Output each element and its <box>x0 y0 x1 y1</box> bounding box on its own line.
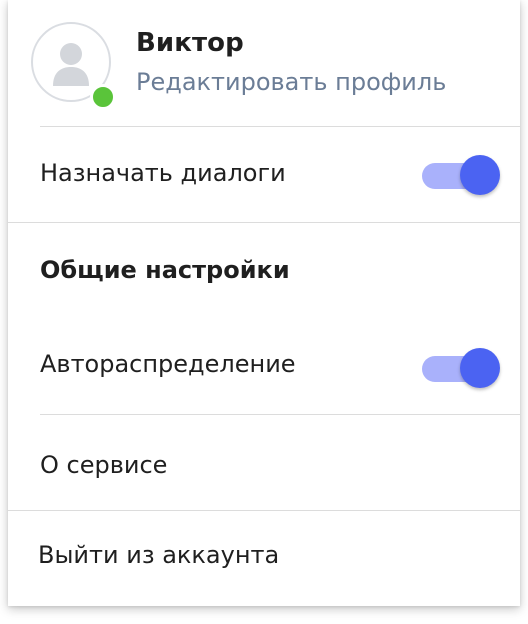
divider <box>8 222 520 223</box>
about-service-label: О сервисе <box>40 451 168 479</box>
edit-profile-link[interactable]: Редактировать профиль <box>136 68 446 96</box>
general-settings-heading: Общие настройки <box>40 256 290 284</box>
user-name: Виктор <box>136 28 244 58</box>
logout-label: Выйти из аккаунта <box>38 541 280 569</box>
toggle-knob <box>460 155 500 195</box>
about-service-item[interactable]: О сервисе <box>8 415 520 510</box>
profile-header: Виктор Редактировать профиль <box>8 0 520 126</box>
assign-dialogs-label: Назначать диалоги <box>40 159 286 187</box>
auto-distribution-toggle[interactable] <box>422 346 500 390</box>
assign-dialogs-row: Назначать диалоги <box>8 127 520 222</box>
auto-distribution-label: Автораспределение <box>40 350 296 378</box>
logout-item[interactable]: Выйти из аккаунта <box>8 511 520 606</box>
toggle-knob <box>460 348 500 388</box>
auto-distribution-row: Автораспределение <box>8 320 520 414</box>
account-menu: Виктор Редактировать профиль Назначать д… <box>8 0 520 606</box>
assign-dialogs-toggle[interactable] <box>422 153 500 197</box>
online-status-indicator <box>90 84 116 110</box>
